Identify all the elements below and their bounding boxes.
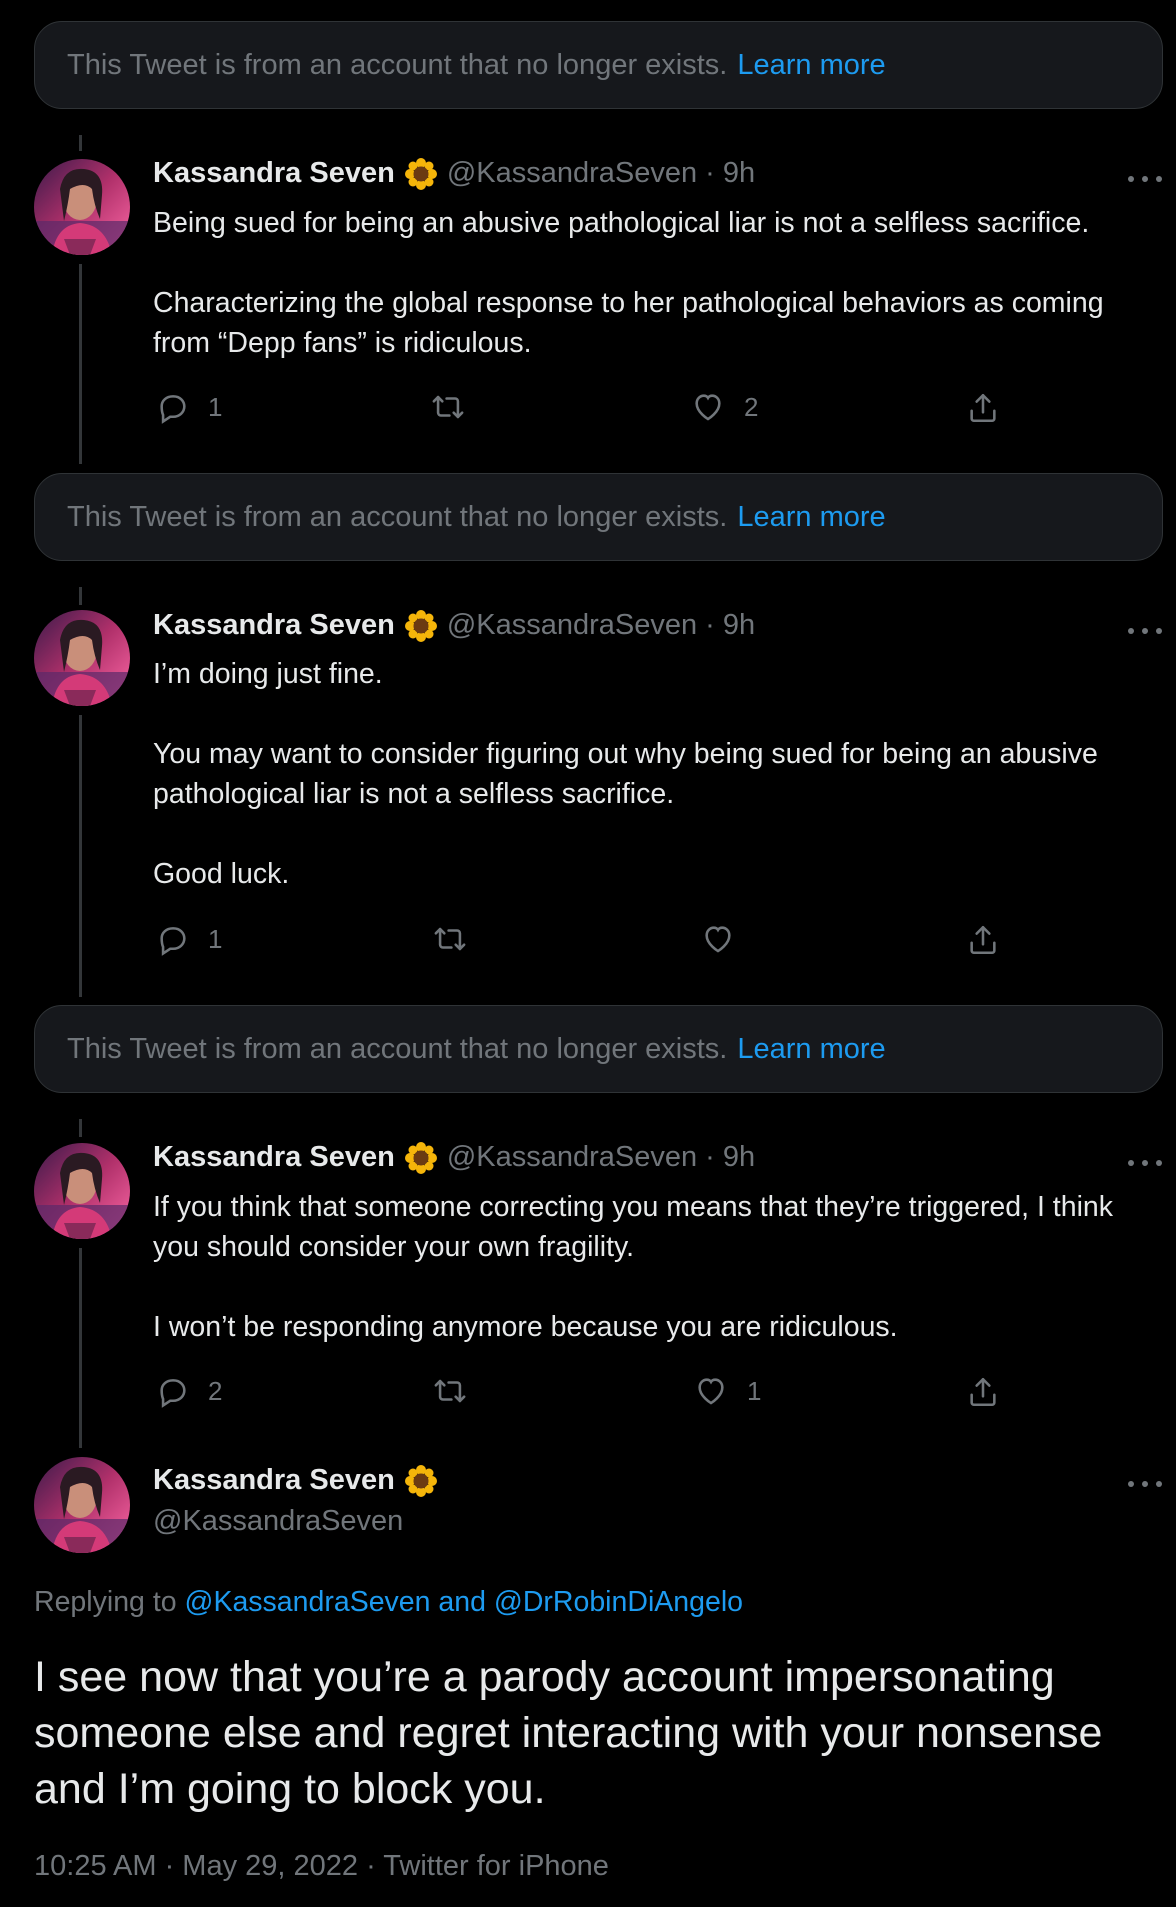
tweet-timestamp-source[interactable]: 10:25 AM · May 29, 2022 · Twitter for iP…: [34, 1850, 609, 1883]
retweet-icon: [432, 1374, 468, 1408]
learn-more-link[interactable]: Learn more: [737, 1033, 885, 1066]
tweet-header: Kassandra Seven @KassandraSeven · 9h: [153, 157, 755, 190]
tweet-paragraph: Characterizing the global response to he…: [153, 287, 1104, 359]
author-name[interactable]: Kassandra Seven: [153, 1141, 395, 1174]
retweet-icon: [430, 390, 466, 424]
reply-icon: [156, 390, 190, 424]
learn-more-link[interactable]: Learn more: [737, 49, 885, 82]
main-tweet-header: Kassandra Seven: [153, 1464, 437, 1497]
tweet-paragraph: If you think that someone correcting you…: [153, 1191, 1114, 1263]
sunflower-icon: [404, 1464, 437, 1497]
avatar[interactable]: [34, 610, 130, 706]
thread-line: [79, 1248, 82, 1448]
deleted-notice-text: This Tweet is from an account that no lo…: [67, 48, 728, 81]
replying-targets-link[interactable]: @KassandraSeven and @DrRobinDiAngelo: [185, 1586, 744, 1618]
author-name[interactable]: Kassandra Seven: [153, 1464, 395, 1497]
like-button[interactable]: 2: [690, 390, 758, 424]
retweet-icon: [432, 922, 468, 956]
share-button[interactable]: [966, 390, 1000, 426]
deleted-notice-text: This Tweet is from an account that no lo…: [67, 500, 728, 533]
share-button[interactable]: [966, 1374, 1000, 1410]
deleted-tweet-notice: This Tweet is from an account that no lo…: [34, 21, 1163, 109]
retweet-button[interactable]: [432, 922, 468, 956]
tweet-text: If you think that someone correcting you…: [153, 1187, 1158, 1347]
avatar[interactable]: [34, 1143, 130, 1239]
like-count: 1: [747, 1375, 762, 1406]
more-options-icon[interactable]: [1128, 1478, 1162, 1490]
thread-line: [79, 587, 82, 605]
replying-to: Replying to @KassandraSeven and @DrRobin…: [34, 1586, 743, 1619]
author-name[interactable]: Kassandra Seven: [153, 157, 395, 190]
tweet-paragraph: I won’t be responding anymore because yo…: [153, 1311, 898, 1343]
replying-prefix: Replying to: [34, 1586, 177, 1618]
tweet-text: Being sued for being an abusive patholog…: [153, 203, 1158, 363]
deleted-tweet-notice: This Tweet is from an account that no lo…: [34, 1005, 1163, 1093]
reply-icon: [156, 1374, 190, 1408]
reply-button[interactable]: 2: [156, 1374, 222, 1408]
reply-icon: [156, 922, 190, 956]
thread-line: [79, 264, 82, 464]
tweet-text: I’m doing just fine. You may want to con…: [153, 654, 1158, 894]
reply-count: 1: [208, 923, 223, 954]
share-icon: [966, 1374, 1000, 1410]
heart-icon: [693, 1374, 729, 1408]
avatar[interactable]: [34, 159, 130, 255]
heart-icon: [700, 922, 736, 956]
tweet-paragraph: Being sued for being an abusive patholog…: [153, 207, 1090, 239]
sunflower-icon: [404, 609, 437, 642]
tweet-paragraph: Good luck.: [153, 858, 290, 890]
tweet-header: Kassandra Seven @KassandraSeven · 9h: [153, 1141, 755, 1174]
more-options-icon[interactable]: [1128, 625, 1162, 637]
heart-icon: [690, 390, 726, 424]
thread-line: [79, 1119, 82, 1137]
retweet-button[interactable]: [432, 1374, 468, 1408]
learn-more-link[interactable]: Learn more: [737, 501, 885, 534]
main-tweet-text: I see now that you’re a parody account i…: [34, 1653, 1103, 1813]
reply-button[interactable]: 1: [156, 390, 222, 424]
like-count: 2: [744, 391, 759, 422]
like-button[interactable]: [700, 922, 736, 956]
more-options-icon[interactable]: [1128, 1157, 1162, 1169]
thread-line: [79, 135, 82, 151]
reply-count: 2: [208, 1375, 223, 1406]
author-handle-time[interactable]: @KassandraSeven · 9h: [447, 609, 755, 642]
deleted-tweet-notice: This Tweet is from an account that no lo…: [34, 473, 1163, 561]
author-name[interactable]: Kassandra Seven: [153, 609, 395, 642]
sunflower-icon: [404, 157, 437, 190]
author-handle-time[interactable]: @KassandraSeven · 9h: [447, 157, 755, 190]
tweet-header: Kassandra Seven @KassandraSeven · 9h: [153, 609, 755, 642]
tweet-paragraph: You may want to consider figuring out wh…: [153, 738, 1098, 810]
more-options-icon[interactable]: [1128, 173, 1162, 185]
avatar[interactable]: [34, 1457, 130, 1553]
conversation-page: This Tweet is from an account that no lo…: [0, 0, 1176, 1907]
share-button[interactable]: [966, 922, 1000, 958]
author-handle-time[interactable]: @KassandraSeven · 9h: [447, 1141, 755, 1174]
deleted-notice-text: This Tweet is from an account that no lo…: [67, 1032, 728, 1065]
like-button[interactable]: 1: [693, 1374, 761, 1408]
tweet-paragraph: I’m doing just fine.: [153, 658, 383, 690]
retweet-button[interactable]: [430, 390, 466, 424]
thread-line: [79, 715, 82, 997]
sunflower-icon: [404, 1141, 437, 1174]
share-icon: [966, 390, 1000, 426]
share-icon: [966, 922, 1000, 958]
author-handle[interactable]: @KassandraSeven: [153, 1505, 403, 1538]
reply-count: 1: [208, 391, 223, 422]
reply-button[interactable]: 1: [156, 922, 222, 956]
